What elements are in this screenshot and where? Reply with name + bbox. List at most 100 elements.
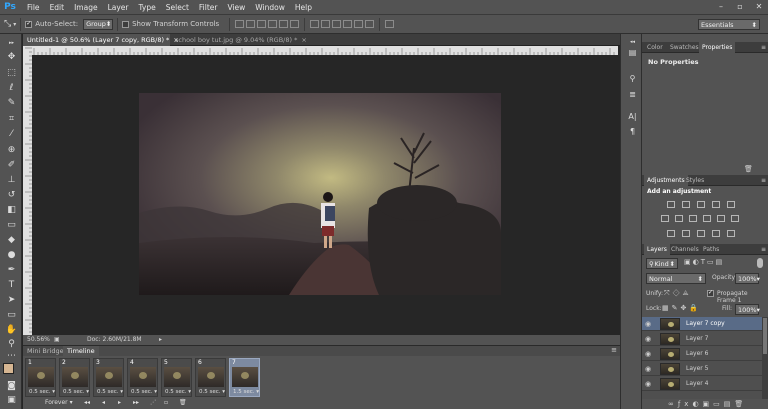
lasso-tool-icon[interactable]: ℓ (5, 83, 18, 94)
layer-row[interactable]: ◉ Layer 6 (642, 347, 762, 361)
gradient-map-icon[interactable] (727, 201, 735, 208)
align-right-icon[interactable] (290, 20, 300, 28)
layer-row[interactable]: ◉ Layer 7 copy (642, 317, 762, 331)
brightness-contrast-icon[interactable] (667, 201, 675, 208)
more-tools-icon[interactable]: ⋯ (5, 351, 18, 362)
canvas-area[interactable] (32, 55, 618, 335)
align-top-icon[interactable] (235, 20, 245, 28)
frame-delay[interactable]: 0.5 sec. ▾ (97, 389, 123, 395)
quick-selection-tool-icon[interactable]: ✎ (5, 98, 18, 109)
tab-paths[interactable]: Paths (700, 244, 722, 255)
threshold-icon[interactable] (697, 230, 705, 237)
collapse-arrows-icon[interactable]: ▸▸ (5, 38, 18, 49)
eye-icon[interactable]: ◉ (645, 362, 651, 376)
curves-icon[interactable] (697, 201, 705, 208)
distribute-middle-icon[interactable] (321, 20, 331, 28)
tab-channels[interactable]: Channels (668, 244, 702, 255)
eyedropper-tool-icon[interactable]: ⁄ (5, 129, 18, 140)
foreground-color-swatch[interactable] (3, 363, 14, 374)
crop-tool-icon[interactable]: ⌗ (5, 114, 18, 125)
scrollbar-thumb[interactable] (763, 318, 767, 354)
distribute-right-icon[interactable] (365, 20, 375, 28)
move-tool-icon[interactable]: ✥ (5, 52, 18, 63)
menu-view[interactable]: View (222, 3, 250, 12)
align-center-icon[interactable] (279, 20, 289, 28)
selective-color-icon[interactable] (712, 230, 720, 237)
dodge-tool-icon[interactable]: ● (5, 250, 18, 261)
eye-icon[interactable]: ◉ (645, 332, 651, 346)
frame-delay[interactable]: 0.5 sec. ▾ (29, 389, 55, 395)
color-lookup-icon[interactable] (731, 215, 739, 222)
brush-tool-icon[interactable]: ✐ (5, 160, 18, 171)
workspace-dropdown[interactable]: Essentials ⬍ (698, 19, 760, 30)
align-bottom-icon[interactable] (257, 20, 267, 28)
clone-stamp-tool-icon[interactable]: ⊥ (5, 175, 18, 186)
close-button[interactable]: ✕ (750, 0, 768, 14)
frame-4[interactable]: 4 0.5 sec. ▾ (127, 358, 158, 397)
posterize-icon[interactable] (682, 230, 690, 237)
tween-icon[interactable]: ⋰ (150, 399, 156, 406)
eye-icon[interactable]: ◉ (645, 347, 651, 361)
gradient-tool-icon[interactable]: ▭ (5, 220, 18, 231)
marquee-tool-icon[interactable]: ⬚ (5, 68, 18, 79)
panel-menu-icon[interactable]: ≡ (761, 175, 766, 186)
status-menu-arrow-icon[interactable]: ▸ (159, 335, 162, 345)
layers-scrollbar[interactable] (762, 317, 768, 399)
balance-icon[interactable] (675, 215, 683, 222)
invert-icon[interactable] (667, 230, 675, 237)
tab-layers[interactable]: Layers (644, 244, 670, 255)
auto-align-icon[interactable] (385, 20, 395, 28)
menu-select[interactable]: Select (161, 3, 194, 12)
tab-school-boy[interactable]: school boy tut.jpg @ 9.04% (RGB/8) * × (171, 34, 311, 46)
filter-toggle[interactable] (757, 258, 763, 268)
align-left-icon[interactable] (268, 20, 278, 28)
panel-menu-icon[interactable]: ≡ (761, 244, 766, 255)
lock-icons[interactable]: ▦✎✥🔒 (662, 304, 701, 312)
tab-color[interactable]: Color (644, 42, 666, 53)
quick-mask-icon[interactable]: ◙ (5, 381, 18, 392)
gradient-map-icon[interactable] (727, 230, 735, 237)
frame-7[interactable]: 7 1.5 sec. ▾ (229, 358, 260, 397)
blur-tool-icon[interactable]: ◆ (5, 235, 18, 246)
menu-layer[interactable]: Layer (103, 3, 134, 12)
type-tool-icon[interactable]: T (5, 280, 18, 291)
pen-tool-icon[interactable]: ✒ (5, 265, 18, 276)
distribute-top-icon[interactable] (310, 20, 320, 28)
frame-6[interactable]: 6 0.5 sec. ▾ (195, 358, 226, 397)
eraser-tool-icon[interactable]: ◧ (5, 205, 18, 216)
auto-select-checkbox[interactable] (25, 20, 33, 28)
trash-icon[interactable]: 🗑 (744, 165, 753, 173)
tab-untitled-1[interactable]: Untitled-1 @ 50.6% (Layer 7 copy, RGB/8)… (23, 34, 179, 46)
history-brush-tool-icon[interactable]: ↺ (5, 190, 18, 201)
close-icon[interactable]: × (301, 36, 306, 44)
healing-brush-tool-icon[interactable]: ⊕ (5, 145, 18, 156)
document-image[interactable] (139, 93, 501, 295)
zoom-tool-icon[interactable]: ⚲ (5, 339, 18, 350)
distribute-left-icon[interactable] (343, 20, 353, 28)
black-white-icon[interactable] (689, 215, 697, 222)
trash-icon[interactable]: 🗑 (179, 399, 187, 406)
frame-delay[interactable]: 0.5 sec. ▾ (131, 389, 157, 395)
filter-kind-dropdown[interactable]: ⚲ Kind ⬍ (646, 258, 678, 269)
menu-help[interactable]: Help (290, 3, 317, 12)
menu-filter[interactable]: Filter (194, 3, 223, 12)
actions-icon[interactable]: ⚲ (627, 74, 638, 84)
tab-properties[interactable]: Properties (699, 42, 736, 53)
rectangle-tool-icon[interactable]: ▭ (5, 310, 18, 321)
path-selection-tool-icon[interactable]: ➤ (5, 295, 18, 306)
layer-row[interactable]: ◉ Layer 5 (642, 362, 762, 376)
tab-styles[interactable]: Styles (683, 175, 707, 186)
frame-5[interactable]: 5 0.5 sec. ▾ (161, 358, 192, 397)
screen-mode-icon[interactable]: ▣ (5, 395, 18, 406)
blend-mode-dropdown[interactable]: Normal ⬍ (646, 273, 706, 284)
channel-mixer-icon[interactable] (717, 215, 725, 222)
layer-row[interactable]: ◉ Layer 7 (642, 332, 762, 346)
layer-filter-icons[interactable]: ▣◐T▭▤ (684, 258, 724, 266)
move-tool-icon[interactable]: ⤡ (4, 19, 11, 29)
exposure-icon[interactable] (712, 201, 720, 208)
maximize-button[interactable]: ▫ (731, 0, 749, 14)
character-icon[interactable]: A| (627, 112, 638, 122)
photo-filter-icon[interactable] (703, 215, 711, 222)
unify-icons[interactable]: ⤧⟐⟁ (664, 289, 692, 298)
frame-1[interactable]: 1 0.5 sec. ▾ (25, 358, 56, 397)
